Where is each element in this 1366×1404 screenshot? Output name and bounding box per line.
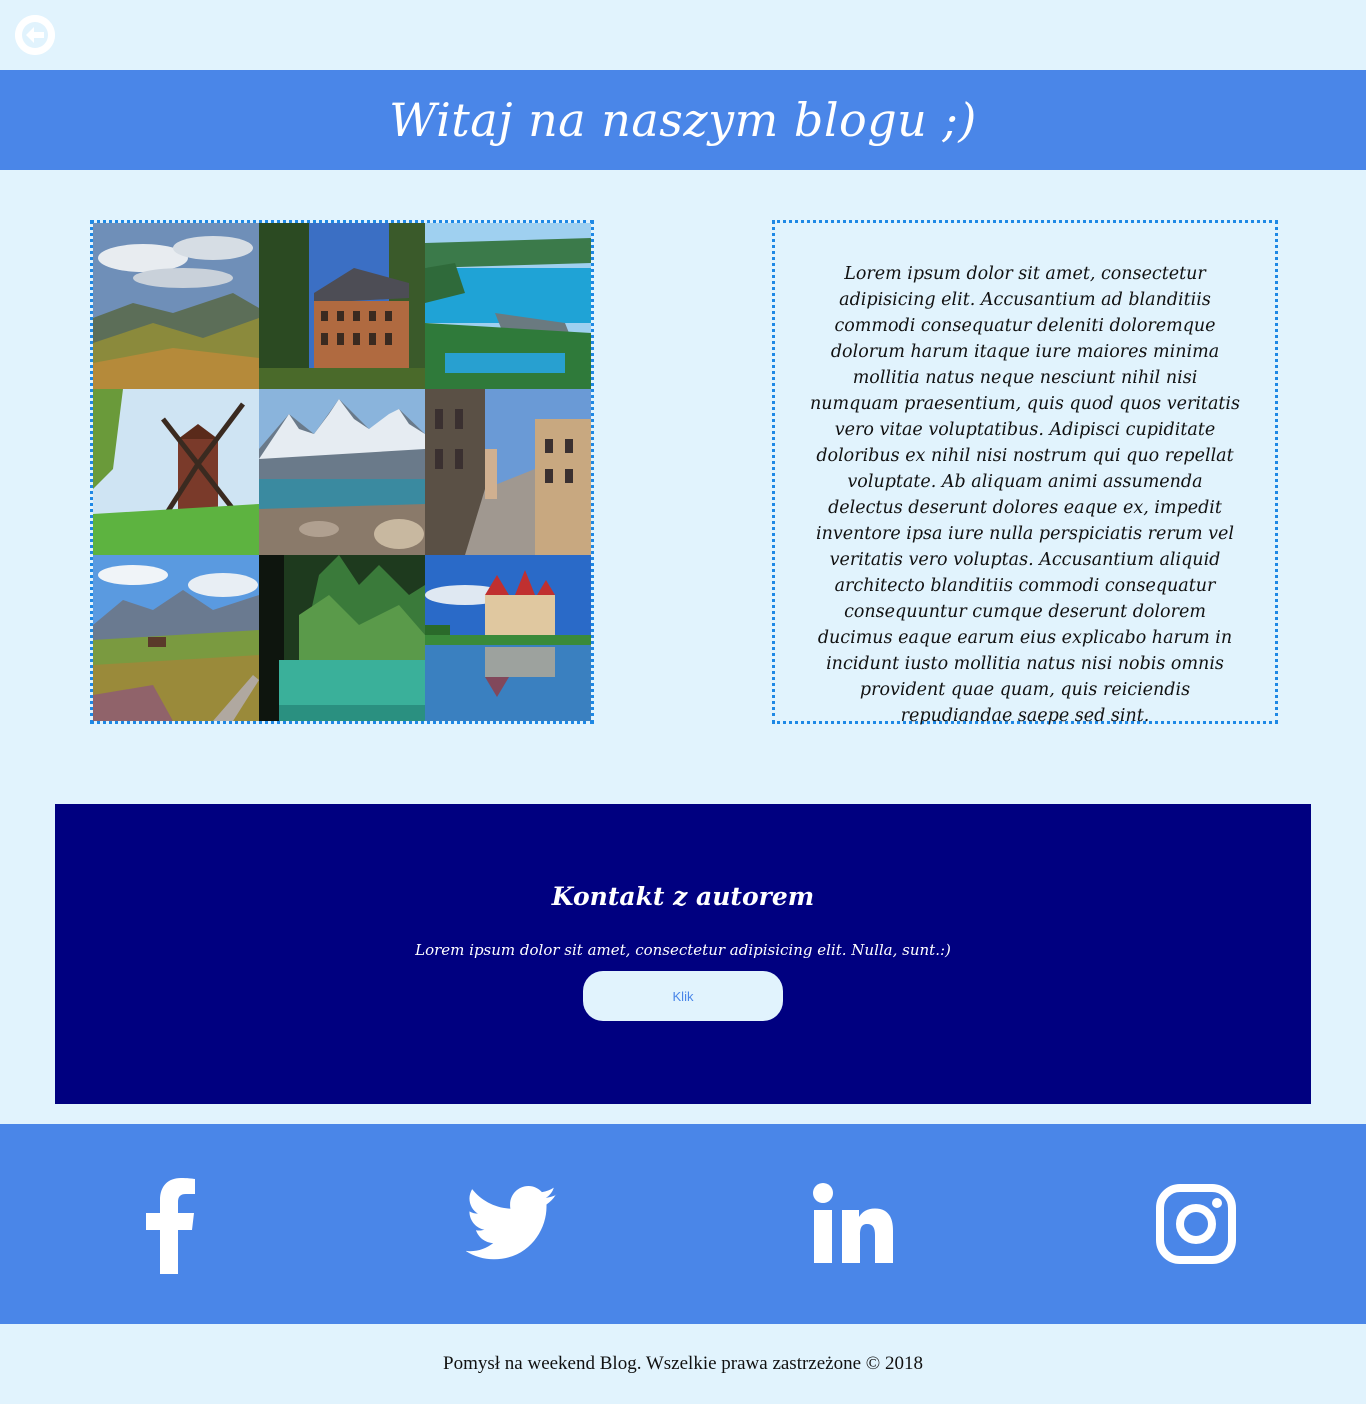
photo-gallery — [90, 220, 594, 724]
contact-section: Kontakt z autorem Lorem ipsum dolor sit … — [55, 804, 1311, 1104]
gallery-image-mountain-lake — [259, 389, 425, 555]
gallery-image-city-street — [425, 389, 591, 555]
gallery-image-castle-reflection — [425, 555, 591, 721]
page-title: Witaj na naszym blogu ;) — [389, 93, 977, 147]
gallery-image-old-palace — [259, 223, 425, 389]
instagram-link[interactable] — [1146, 1174, 1246, 1274]
gallery-image-forest-lake — [259, 555, 425, 721]
page-header: Witaj na naszym blogu ;) — [0, 70, 1366, 170]
article-box: Lorem ipsum dolor sit amet, consectetur … — [772, 220, 1278, 726]
back-button[interactable] — [15, 15, 55, 55]
facebook-icon — [146, 1178, 195, 1274]
facebook-link[interactable] — [120, 1174, 220, 1274]
gallery-image-mountain-landscape — [93, 223, 259, 389]
gallery-image-lake-dam — [425, 223, 591, 389]
article-text: Lorem ipsum dolor sit amet, consectetur … — [809, 264, 1240, 726]
social-links — [0, 1124, 1366, 1324]
linkedin-icon — [813, 1183, 893, 1263]
linkedin-link[interactable] — [804, 1174, 904, 1274]
twitter-link[interactable] — [462, 1174, 562, 1274]
gallery-image-mountain-valley-hut — [93, 555, 259, 721]
twitter-icon — [466, 1186, 557, 1260]
contact-text: Lorem ipsum dolor sit amet, consectetur … — [415, 941, 951, 959]
footer-text: Pomysł na weekend Blog. Wszelkie prawa z… — [443, 1353, 923, 1374]
klik-button[interactable]: Klik — [583, 971, 783, 1021]
arrow-left-circle-icon — [15, 15, 55, 55]
contact-title: Kontakt z autorem — [551, 882, 815, 911]
page-footer: Pomysł na weekend Blog. Wszelkie prawa z… — [0, 1324, 1366, 1404]
gallery-image-windmill — [93, 389, 259, 555]
instagram-icon — [1156, 1184, 1236, 1264]
